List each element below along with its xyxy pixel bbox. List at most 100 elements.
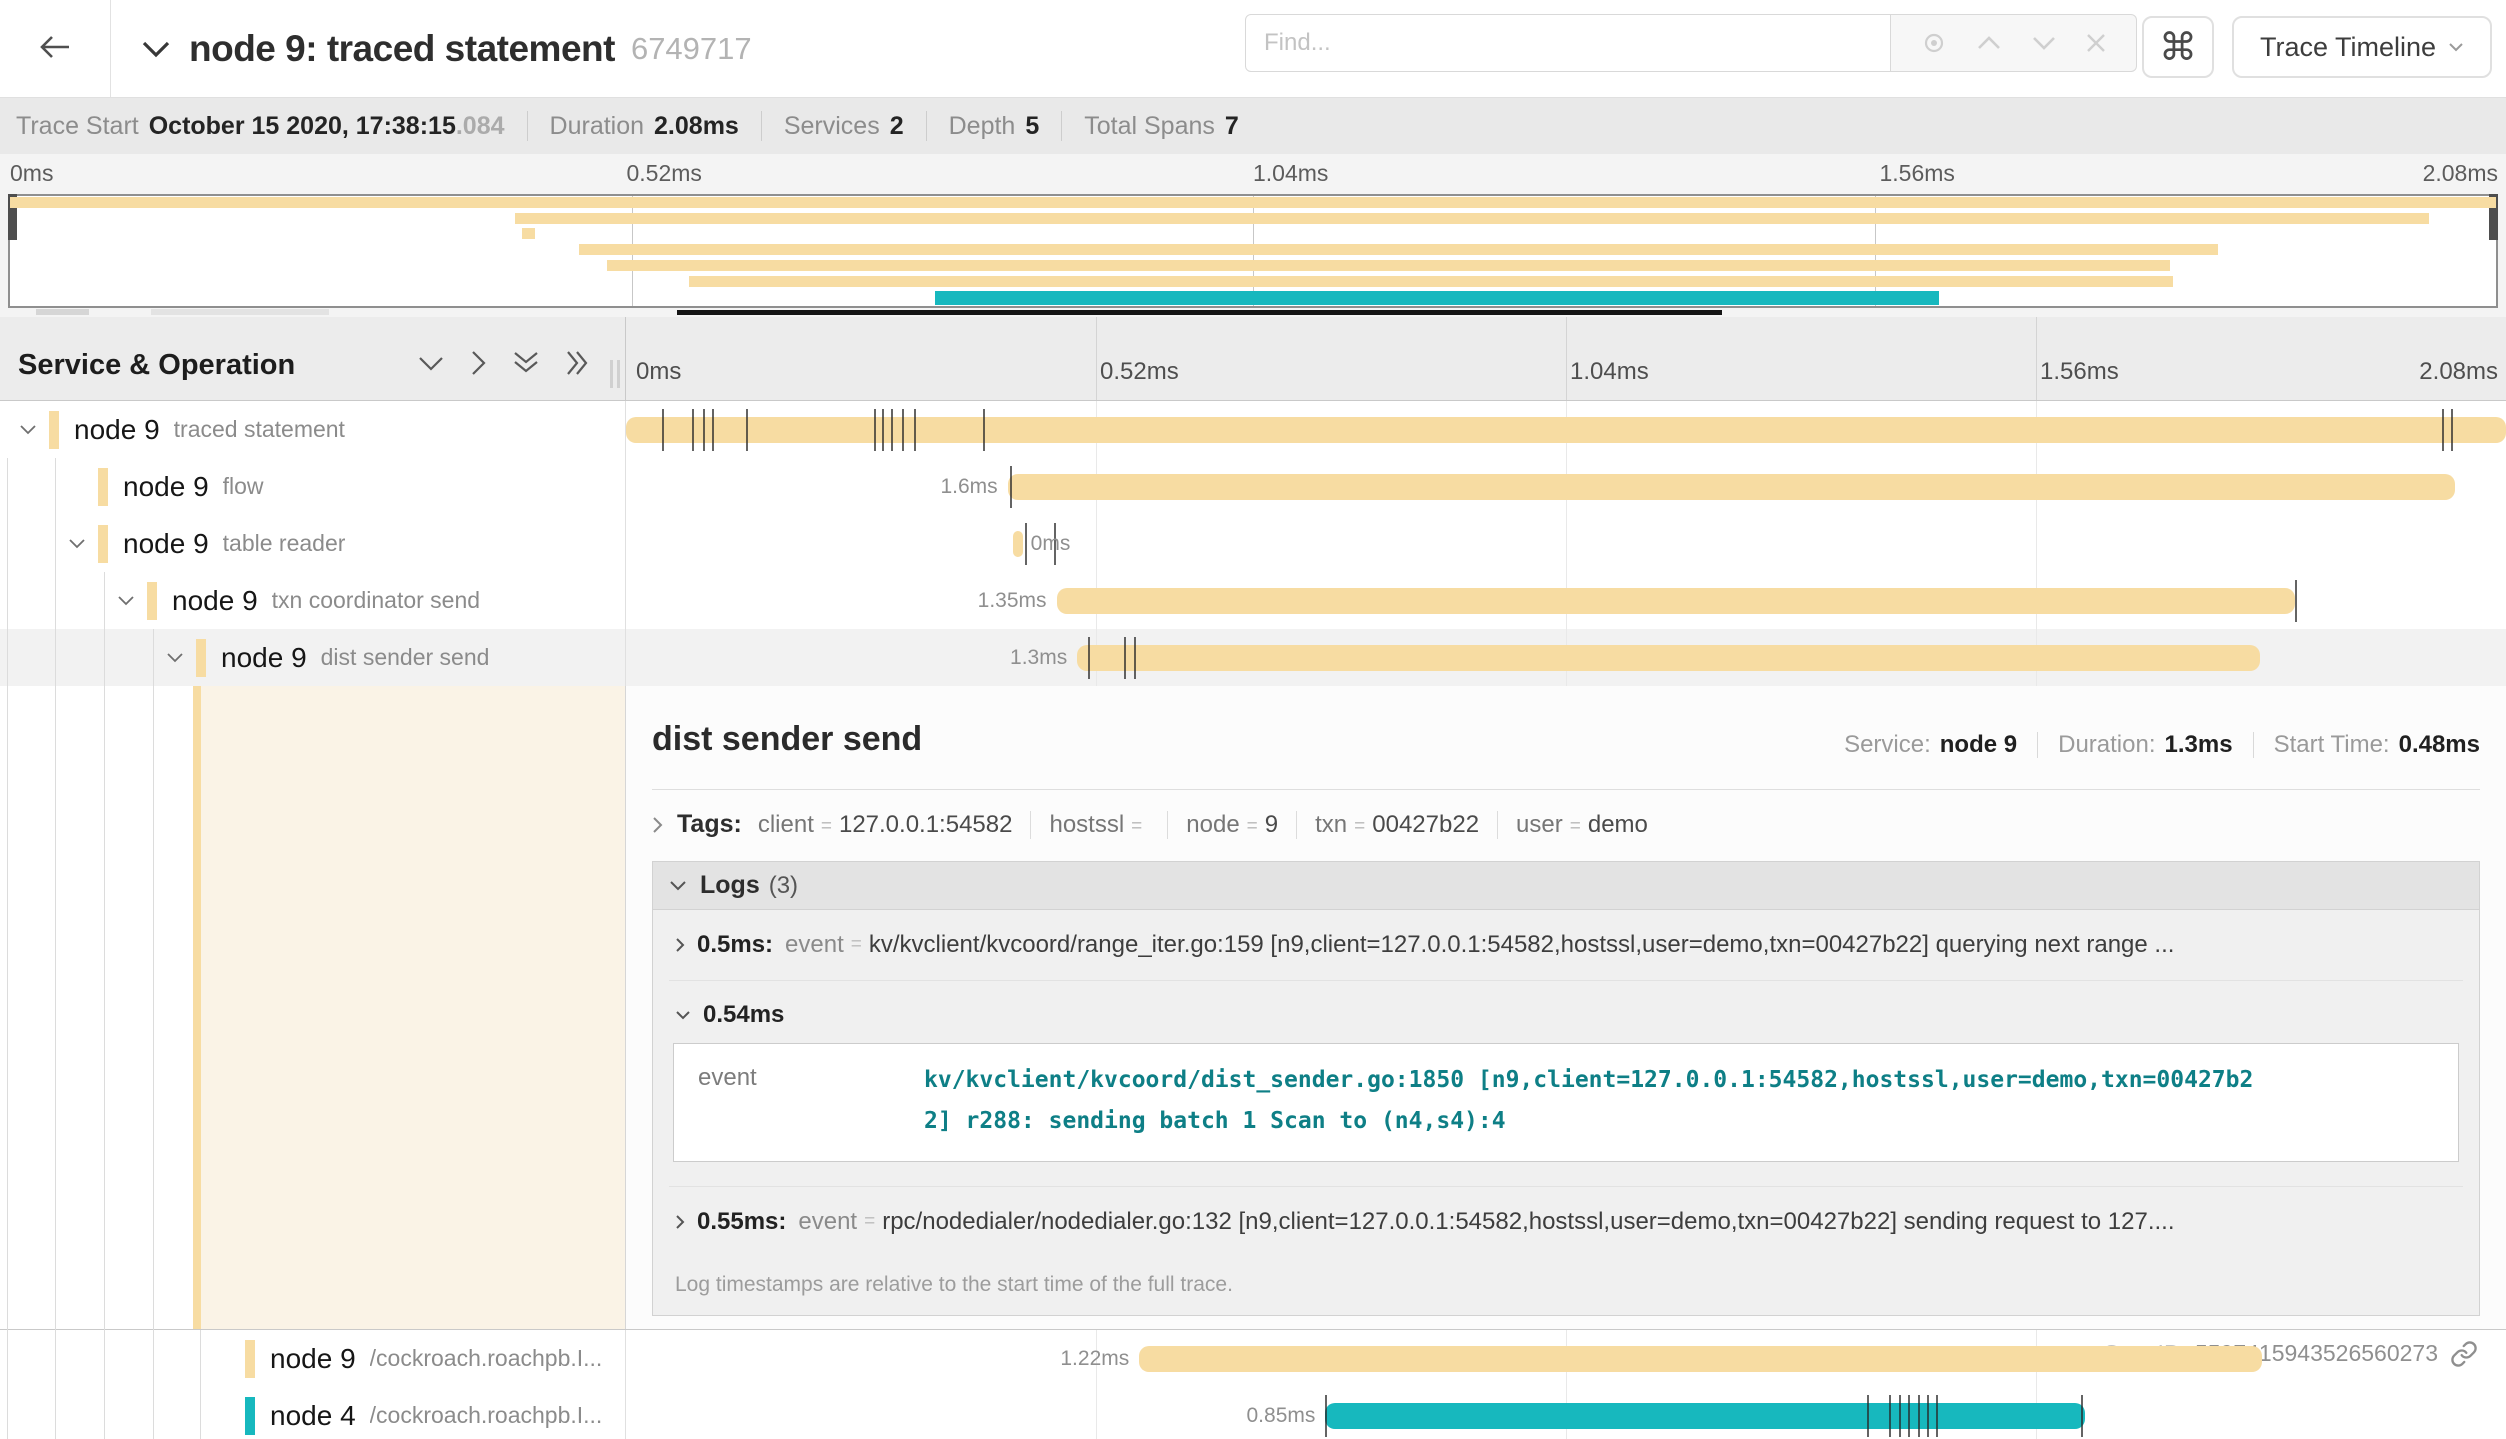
- span-duration-bar[interactable]: [1139, 1346, 2261, 1372]
- span-operation: table reader: [223, 530, 346, 557]
- span-service: node 9: [123, 528, 209, 560]
- span-service: node 9: [172, 585, 258, 617]
- trace-view-selector[interactable]: Trace Timeline: [2232, 16, 2492, 78]
- trace-minimap[interactable]: 0ms 0.52ms 1.04ms 1.56ms 2.08ms: [0, 154, 2506, 317]
- span-row-node9-batch[interactable]: node 9 /cockroach.roachpb.I... 1.22ms: [0, 1330, 2506, 1387]
- chevron-down-icon[interactable]: [166, 652, 196, 663]
- back-arrow-icon: [39, 34, 71, 63]
- tag-item: user=demo: [1516, 811, 1648, 839]
- span-row-table-reader[interactable]: node 9 table reader 0ms: [0, 515, 2506, 572]
- find-input[interactable]: [1245, 14, 1891, 72]
- span-row-txn-coordinator-send[interactable]: node 9 txn coordinator send 1.35ms: [0, 572, 2506, 629]
- locate-crosshair-icon[interactable]: [1920, 29, 1948, 57]
- log-entry-collapsed[interactable]: 0.5ms: event = kv/kvclient/kvcoord/range…: [669, 910, 2463, 981]
- log-marker-tick: [1918, 1395, 1920, 1437]
- span-timeline-cell[interactable]: [625, 401, 2506, 458]
- expand-one-chevron-right-icon[interactable]: [471, 350, 486, 376]
- column-resizer-handle[interactable]: [610, 360, 620, 388]
- span-name-cell[interactable]: node 4 /cockroach.roachpb.I...: [0, 1387, 625, 1439]
- span-duration-bar[interactable]: [1057, 588, 2296, 614]
- divider: [761, 111, 762, 141]
- log-field-value: rpc/nodedialer/nodedialer.go:132 [n9,cli…: [882, 1208, 2457, 1236]
- command-icon: ⌘: [2159, 25, 2197, 70]
- span-name-cell[interactable]: node 9 flow: [0, 458, 625, 515]
- span-name-cell[interactable]: node 9 txn coordinator send: [0, 572, 625, 629]
- span-timeline-cell[interactable]: 0.85ms: [625, 1387, 2506, 1439]
- span-duration-bar[interactable]: [1077, 645, 2260, 671]
- span-timeline-cell[interactable]: 0ms: [625, 515, 2506, 572]
- chevron-down-icon[interactable]: [68, 538, 98, 549]
- collapse-all-double-chevron-down-icon[interactable]: [513, 351, 539, 375]
- service-operation-title: Service & Operation: [18, 349, 295, 382]
- span-duration-bar[interactable]: [1008, 474, 2456, 500]
- minimap-span-bar: [935, 291, 1939, 305]
- span-timeline-cell[interactable]: 1.22ms: [625, 1330, 2506, 1387]
- log-marker-tick: [746, 409, 748, 451]
- find-prev-chevron-up-icon[interactable]: [1976, 35, 2002, 51]
- span-name-cell[interactable]: node 9 table reader: [0, 515, 625, 572]
- log-marker-tick: [2442, 409, 2444, 451]
- chevron-down-icon[interactable]: [117, 595, 147, 606]
- log-field-value: kv/kvclient/kvcoord/dist_sender.go:1850 …: [924, 1044, 2259, 1161]
- log-field-key: event: [798, 1208, 857, 1236]
- span-color-bar: [147, 582, 157, 620]
- chevron-right-icon: [652, 816, 663, 834]
- log-marker-tick: [2451, 409, 2453, 451]
- span-duration-bar[interactable]: [626, 417, 2506, 443]
- span-row-traced-statement[interactable]: node 9 traced statement: [0, 401, 2506, 458]
- span-timeline-cell[interactable]: 1.35ms: [625, 572, 2506, 629]
- log-marker-tick: [1927, 1395, 1929, 1437]
- span-operation: /cockroach.roachpb.I...: [370, 1402, 603, 1429]
- minimap-tick-label: 1.56ms: [1880, 160, 1955, 187]
- minimap-tick-label: 0ms: [10, 160, 53, 187]
- find-clear-close-icon[interactable]: [2085, 32, 2107, 54]
- span-row-node4-batch[interactable]: node 4 /cockroach.roachpb.I... 0.85ms: [0, 1387, 2506, 1439]
- span-row-flow[interactable]: node 9 flow 1.6ms: [0, 458, 2506, 515]
- tree-guide-line: [55, 458, 56, 1439]
- log-field-value: kv/kvclient/kvcoord/range_iter.go:159 [n…: [869, 931, 2457, 959]
- span-name-cell[interactable]: node 9 traced statement: [0, 401, 625, 458]
- expand-all-double-chevron-right-icon[interactable]: [566, 350, 590, 376]
- span-color-bar: [196, 639, 206, 677]
- timeline-ruler: 0ms 0.52ms 1.04ms 1.56ms 2.08ms: [625, 317, 2506, 401]
- find-next-chevron-down-icon[interactable]: [2031, 35, 2057, 51]
- log-field-key: event: [674, 1044, 924, 1161]
- span-detail-title: dist sender send: [652, 720, 922, 759]
- top-bar: node 9: traced statement 6749717 ⌘ Trace…: [0, 0, 2506, 97]
- span-timeline-cell[interactable]: 1.3ms: [625, 629, 2506, 686]
- gridline: [2036, 515, 2037, 572]
- chevron-down-icon[interactable]: [19, 424, 49, 435]
- span-name-cell[interactable]: node 9 /cockroach.roachpb.I...: [0, 1330, 625, 1387]
- span-name-cell[interactable]: node 9 dist sender send: [0, 629, 625, 686]
- span-row-dist-sender-send[interactable]: node 9 dist sender send 1.3ms: [0, 629, 2506, 686]
- horizontal-scrollbar-thumb[interactable]: [677, 310, 1722, 315]
- minimap-canvas[interactable]: [8, 194, 2498, 308]
- log-timestamp: 0.55ms:: [697, 1208, 786, 1236]
- gridline: [1096, 1387, 1097, 1439]
- span-duration-label: 1.3ms: [1010, 629, 1067, 686]
- log-marker-tick: [712, 409, 714, 451]
- collapse-trace-chevron-down-icon[interactable]: [141, 40, 171, 58]
- log-marker-tick: [1908, 1395, 1910, 1437]
- minimap-span-bar: [579, 244, 2217, 255]
- tag-item: node=9: [1186, 811, 1278, 839]
- log-entry-expanded-header[interactable]: 0.54ms: [669, 981, 2463, 1033]
- log-fields-table: event kv/kvclient/kvcoord/dist_sender.go…: [673, 1043, 2459, 1162]
- trace-summary-bar: Trace Start October 15 2020, 17:38:15.08…: [0, 97, 2506, 154]
- span-operation: dist sender send: [321, 644, 490, 671]
- log-marker-tick: [1936, 1395, 1938, 1437]
- span-detail-accent-bar: [193, 686, 201, 1329]
- log-entry-collapsed[interactable]: 0.55ms: event = rpc/nodedialer/nodediale…: [669, 1187, 2463, 1257]
- keyboard-shortcuts-button[interactable]: ⌘: [2142, 16, 2214, 78]
- span-duration-bar[interactable]: [1325, 1403, 2085, 1429]
- span-duration-bar[interactable]: [1013, 531, 1022, 557]
- tags-accordion[interactable]: Tags: client=127.0.0.1:54582 hostssl= no…: [652, 810, 2480, 839]
- collapse-one-chevron-down-icon[interactable]: [418, 356, 444, 371]
- span-timeline-cell[interactable]: 1.6ms: [625, 458, 2506, 515]
- services-item: Services2: [784, 112, 904, 141]
- back-button[interactable]: [0, 0, 111, 97]
- logs-accordion-header[interactable]: Logs (3): [653, 862, 2479, 910]
- timeline-column-headers: Service & Operation 0ms 0.52ms 1.04ms 1.…: [0, 317, 2506, 401]
- span-color-bar: [98, 468, 108, 506]
- divider: [926, 111, 927, 141]
